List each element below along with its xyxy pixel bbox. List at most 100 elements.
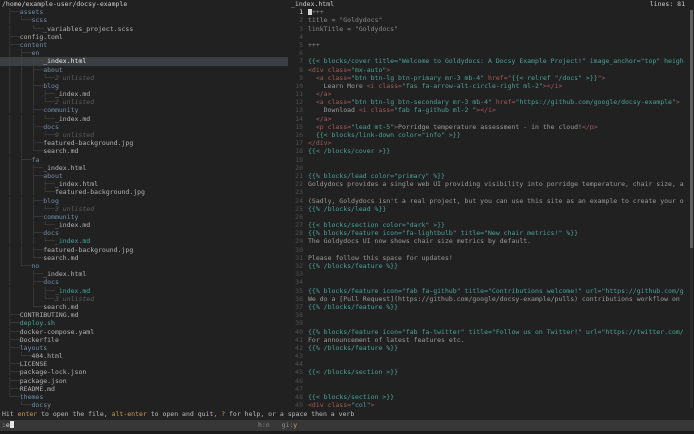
text-segment: ├── [8, 319, 20, 327]
tree-row-9-unlisted[interactable]: │ │ │ └──9 unlisted [0, 131, 288, 139]
preview-scrollbar-track[interactable] [690, 10, 693, 408]
tree-row-_variables_project.scss[interactable]: │ └──_variables_project.scss [0, 25, 288, 33]
line-number: 21 [288, 172, 303, 180]
text-segment: blog [43, 82, 59, 90]
line-text: We do a [Pull Request](https://github.co… [308, 295, 684, 303]
tree-row-_index.md[interactable]: │ │ │ ├──_index.md [0, 90, 288, 98]
tree-row-docker-compose.yaml[interactable]: ├──docker-compose.yaml [0, 328, 288, 336]
tree-row-_index.html[interactable]: │ ├──_index.html [0, 270, 288, 278]
tree-row-config.toml[interactable]: ├──config.toml [0, 33, 288, 41]
text-segment: README.md [20, 385, 55, 393]
tree-row-package.json[interactable]: ├──package.json [0, 377, 288, 385]
preview-line-8: 8<div class="mx-auto"> [288, 66, 694, 74]
tree-row-search.md[interactable]: │ └──search.md [0, 303, 288, 311]
tree-row-docs[interactable]: │ │ ├──docs [0, 123, 288, 131]
tree-row-404.html[interactable]: │ └──404.html [0, 352, 288, 360]
line-number: 33 [288, 270, 303, 278]
line-number: 39 [288, 319, 303, 327]
text-segment: y [293, 421, 297, 429]
tree-row-layouts[interactable]: ├──layouts [0, 344, 288, 352]
text-segment: docs [43, 229, 59, 237]
tree-row-license[interactable]: ├──LICENSE [0, 360, 288, 368]
tree-row-_index.md[interactable]: │ │ ├──_index.md [0, 287, 288, 295]
tree-row-themes[interactable]: └──themes [0, 393, 288, 401]
preview-line-31: 31Please follow this space for updates! [288, 254, 694, 262]
text-segment [308, 131, 316, 139]
text-segment: │ └── [8, 16, 31, 24]
line-text: <a class="btn btn-lg btn-primary mr-3 mb… [308, 74, 605, 82]
text-segment: 2 unlisted [55, 98, 94, 106]
tree-row-scss[interactable]: │ └──scss [0, 16, 288, 24]
tree-row-featured-background.jpg[interactable]: │ │ │ └──featured-background.jpg [0, 188, 288, 196]
line-number: 20 [288, 164, 303, 172]
tree-row-search.md[interactable]: │ │ └──search.md [0, 254, 288, 262]
tree-row-featured-background.jpg[interactable]: │ │ ├──featured-background.jpg [0, 139, 288, 147]
tree-row-blog[interactable]: │ │ ├──blog [0, 197, 288, 205]
tree-row-about[interactable]: │ │ ├──about [0, 66, 288, 74]
tree-row-_index.html[interactable]: │ │ ├──_index.html [0, 164, 288, 172]
text-segment: "https://github.com/google/docsy-example… [515, 98, 675, 106]
tree-row-en[interactable]: │ ├──en [0, 49, 288, 57]
tree-row-blog[interactable]: │ │ ├──blog [0, 82, 288, 90]
text-segment: Goldydocs provides a single web UI provi… [308, 180, 684, 188]
tree-row-docs[interactable]: │ ├──docs [0, 278, 288, 286]
line-number: 25 [288, 205, 303, 213]
tree-row-3-unlisted[interactable]: │ │ │ └──3 unlisted [0, 205, 288, 213]
text-segment: │ │ └── [8, 254, 43, 262]
tree-row-docsy[interactable]: └──docsy [0, 401, 288, 409]
tree-row-featured-background.jpg[interactable]: │ │ ├──featured-background.jpg [0, 246, 288, 254]
preview-scrollbar-thumb[interactable] [690, 10, 693, 248]
line-text: {{% blocks/feature icon="fab fa-github" … [308, 287, 684, 295]
tree-row-search.md[interactable]: │ │ └──search.md [0, 147, 288, 155]
tree-row-contributing.md[interactable]: ├──CONTRIBUTING.md [0, 311, 288, 319]
tree-row-readme.md[interactable]: ├──README.md [0, 385, 288, 393]
line-text: </a> [308, 115, 331, 123]
command-input[interactable]: :e [2, 421, 14, 429]
text-segment: "btn btn-lg btn-primary mr-3 mb-4" [351, 74, 484, 82]
tree-row-_index.md[interactable]: │ │ │ └──_index.md [0, 115, 288, 123]
tree-row-no[interactable]: │ └──no [0, 262, 288, 270]
text-segment: <a class= [316, 74, 351, 82]
toggle-flags: h:n gi:y [258, 421, 297, 429]
tree-row-fa[interactable]: │ ├──fa [0, 156, 288, 164]
text-segment: search.md [43, 303, 78, 311]
tree-row-dockerfile[interactable]: ├──Dockerfile [0, 336, 288, 344]
text-segment: │ │ ├── [8, 123, 43, 131]
text-segment: docs [43, 123, 59, 131]
tree-row-_index.md[interactable]: │ │ │ └──_index.md [0, 221, 288, 229]
text-segment: featured-background.jpg [43, 139, 133, 147]
tree-row-docs[interactable]: │ │ ├──docs [0, 229, 288, 237]
text-segment: {{% /blocks/feature %}} [308, 303, 398, 311]
tree-row-about[interactable]: │ │ ├──about [0, 172, 288, 180]
line-number: 49 [288, 401, 303, 409]
text-segment: ├── [8, 33, 20, 41]
text-segment: │ │ ├── [8, 164, 43, 172]
tree-row-content[interactable]: ├──content [0, 41, 288, 49]
tree-row-assets[interactable]: ├──assets [0, 8, 288, 16]
tree-row-_index.md[interactable]: │ │ │ └──_index.md [0, 237, 288, 245]
text-segment [308, 123, 316, 131]
tree-row-community[interactable]: │ │ ├──community [0, 213, 288, 221]
text-segment: "lead mt-5" [351, 123, 394, 131]
command-input-bar[interactable]: :e h:n gi:y [0, 420, 694, 431]
line-text: Please follow this space for updates! [308, 254, 453, 262]
text-segment: docker-compose.yaml [20, 328, 94, 336]
tree-row-deploy.sh[interactable]: ├──deploy.sh [0, 319, 288, 327]
tree-row-_index.html[interactable]: │ │ ├──_index.html [0, 57, 288, 65]
tree-row-community[interactable]: │ │ ├──community [0, 106, 288, 114]
line-number: 23 [288, 188, 303, 196]
preview-line-41: 41For announcement of latest features et… [288, 336, 694, 344]
text-segment: > [676, 98, 680, 106]
tree-row-_index.html[interactable]: │ │ │ ├──_index.html [0, 180, 288, 188]
preview-line-46: 46 [288, 377, 694, 385]
preview-line-45: 45{{< /blocks/section >}} [288, 368, 694, 376]
preview-line-2: 2title = "Goldydocs" [288, 16, 694, 24]
tree-row-package-lock.json[interactable]: ├──package-lock.json [0, 368, 288, 376]
line-number: 37 [288, 303, 303, 311]
line-number: 1 [288, 8, 303, 16]
tree-row-2-unlisted[interactable]: │ │ │ └──2 unlisted [0, 98, 288, 106]
tree-row-3-unlisted[interactable]: │ │ └──3 unlisted [0, 295, 288, 303]
text-segment [308, 98, 316, 106]
text-segment: <div class= [308, 401, 351, 409]
tree-row-2-unlisted[interactable]: │ │ │ └──2 unlisted [0, 74, 288, 82]
